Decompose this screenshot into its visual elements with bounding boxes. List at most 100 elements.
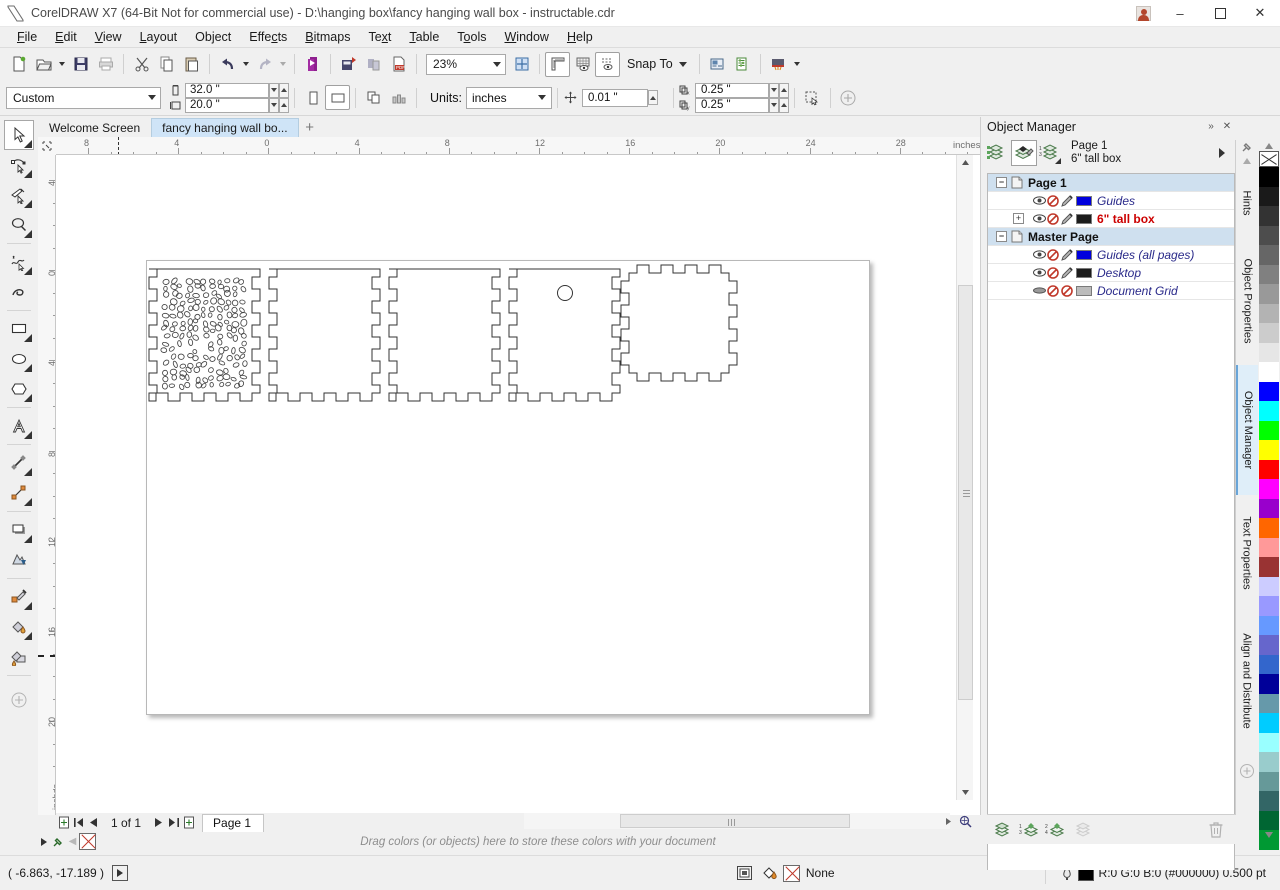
no-print-icon[interactable] bbox=[1046, 284, 1060, 297]
duplicate-distance-x-field[interactable]: 0.25 " bbox=[694, 82, 769, 98]
next-page-icon[interactable] bbox=[151, 814, 166, 831]
pdf-icon[interactable]: PDF bbox=[386, 52, 411, 77]
duplicate-x-spinner[interactable] bbox=[768, 82, 789, 98]
tree-row-6-tall-box[interactable]: + 6" tall box bbox=[988, 210, 1234, 228]
vertical-scrollbar[interactable] bbox=[956, 155, 973, 800]
undo-arrow-icon[interactable] bbox=[215, 52, 240, 77]
full-screen-preview-icon[interactable] bbox=[509, 52, 534, 77]
palette-swatch[interactable] bbox=[1259, 459, 1279, 479]
palette-swatch[interactable] bbox=[1259, 791, 1279, 811]
no-print-icon[interactable] bbox=[1046, 266, 1060, 279]
vertical-scroll-thumb[interactable] bbox=[958, 285, 973, 700]
palette-swatch[interactable] bbox=[1259, 498, 1279, 518]
eye-closed-icon[interactable] bbox=[1032, 286, 1046, 295]
page-height-field[interactable]: 20.0 " bbox=[185, 97, 269, 113]
application-launcher-dropdown-icon[interactable] bbox=[791, 52, 803, 77]
palette-swatch[interactable] bbox=[1259, 576, 1279, 596]
document-page[interactable] bbox=[146, 260, 870, 715]
tree-row-master-page[interactable]: − Master Page bbox=[988, 228, 1234, 246]
pencil-edit-icon[interactable] bbox=[1060, 266, 1074, 279]
add-page-after-icon[interactable] bbox=[181, 814, 196, 831]
layer-color-swatch[interactable] bbox=[1076, 285, 1092, 296]
scroll-up-icon[interactable] bbox=[958, 155, 973, 170]
menu-file[interactable]: File bbox=[8, 27, 46, 47]
menu-effects[interactable]: Effects bbox=[240, 27, 296, 47]
add-docker-button[interactable] bbox=[1236, 758, 1258, 784]
add-tool-button[interactable] bbox=[4, 685, 34, 715]
first-page-icon[interactable] bbox=[71, 814, 86, 831]
palette-swatch[interactable] bbox=[1259, 225, 1279, 245]
flyout-arrow-icon[interactable] bbox=[24, 267, 32, 275]
zoom-to-fit-button[interactable] bbox=[956, 813, 974, 830]
collapse-expander-icon[interactable]: − bbox=[996, 177, 1007, 188]
vertical-ruler[interactable]: 4 0 4 8 12 16 20 inches bbox=[38, 155, 56, 815]
spin-up-icon[interactable] bbox=[778, 97, 789, 113]
flyout-arrow-icon[interactable] bbox=[24, 632, 32, 640]
export-office-icon[interactable] bbox=[361, 52, 386, 77]
new-master-layer-odd-button[interactable]: 13 bbox=[1017, 817, 1043, 843]
parallel-dimension-tool[interactable] bbox=[4, 448, 34, 478]
docker-tab-text-properties[interactable]: Text Properties bbox=[1236, 497, 1258, 609]
palette-swatch[interactable] bbox=[1259, 245, 1279, 265]
duplicate-y-spinner[interactable] bbox=[768, 97, 789, 113]
scroll-right-icon[interactable] bbox=[940, 813, 956, 830]
show-object-properties-button[interactable] bbox=[985, 140, 1011, 166]
current-page-icon[interactable] bbox=[386, 85, 411, 110]
play-arrow-icon[interactable] bbox=[1219, 148, 1225, 158]
flyout-arrow-icon[interactable] bbox=[24, 200, 32, 208]
tree-row-document-grid[interactable]: Document Grid bbox=[988, 282, 1234, 300]
docker-tab-align-and-distribute[interactable]: Align and Distribute bbox=[1236, 611, 1258, 751]
tab-fancy-hanging-wall-box[interactable]: fancy hanging wall bo... bbox=[151, 118, 299, 137]
double-chevron-right-icon[interactable]: » bbox=[1203, 119, 1219, 135]
landscape-orientation-icon[interactable] bbox=[325, 85, 350, 110]
nudge-spinner[interactable] bbox=[647, 90, 668, 105]
docker-tab-hints[interactable]: Hints bbox=[1236, 170, 1258, 236]
open-dropdown-icon[interactable] bbox=[56, 52, 68, 77]
palette-swatch[interactable] bbox=[1259, 264, 1279, 284]
transparency-tool[interactable] bbox=[4, 545, 34, 575]
palette-swatch[interactable] bbox=[1259, 186, 1279, 206]
drop-shadow-tool[interactable] bbox=[4, 515, 34, 545]
palette-no-color-swatch[interactable] bbox=[1259, 151, 1279, 167]
docker-tab-object-manager[interactable]: Object Manager bbox=[1236, 365, 1258, 495]
palette-swatch[interactable] bbox=[1259, 323, 1279, 343]
expand-expander-icon[interactable]: + bbox=[1013, 213, 1024, 224]
flyout-arrow-icon[interactable] bbox=[24, 230, 32, 238]
layer-color-swatch[interactable] bbox=[1076, 249, 1092, 260]
options-icon[interactable] bbox=[705, 52, 730, 77]
coordinates-expand-button[interactable] bbox=[112, 865, 129, 881]
palette-swatch[interactable] bbox=[1259, 557, 1279, 577]
spin-up-icon[interactable] bbox=[279, 82, 289, 98]
ellipse-tool[interactable] bbox=[4, 344, 34, 374]
no-color-icon[interactable] bbox=[79, 833, 96, 850]
tree-row-page-1[interactable]: − Page 1 bbox=[988, 174, 1234, 192]
palette-swatch[interactable] bbox=[1259, 381, 1279, 401]
palette-swatch[interactable] bbox=[1259, 420, 1279, 440]
no-print-icon[interactable] bbox=[1046, 212, 1060, 225]
printer-icon[interactable] bbox=[93, 52, 118, 77]
scissors-icon[interactable] bbox=[129, 52, 154, 77]
chevron-down-icon[interactable] bbox=[143, 95, 160, 100]
new-document-icon[interactable] bbox=[6, 52, 31, 77]
spin-up-icon[interactable] bbox=[778, 82, 789, 98]
fill-bucket-icon[interactable] bbox=[757, 866, 783, 881]
palette-swatch[interactable] bbox=[1259, 732, 1279, 752]
crop-tool[interactable] bbox=[4, 180, 34, 210]
snap-to-button[interactable]: Snap To bbox=[620, 53, 694, 76]
menu-tools[interactable]: Tools bbox=[448, 27, 495, 47]
new-master-layer-even-button[interactable]: 24 bbox=[1043, 817, 1069, 843]
spin-down-icon[interactable] bbox=[768, 97, 779, 113]
minimize-button[interactable]: – bbox=[1160, 0, 1200, 27]
close-button[interactable]: ✕ bbox=[1240, 0, 1280, 27]
flyout-arrow-icon[interactable] bbox=[24, 394, 32, 402]
new-layer-button[interactable] bbox=[991, 817, 1017, 843]
application-launcher-icon[interactable] bbox=[766, 52, 791, 77]
horizontal-ruler[interactable]: 8 4 0 4 8 12 16 20 24 28 inches bbox=[38, 137, 980, 155]
menu-layout[interactable]: Layout bbox=[131, 27, 187, 47]
portrait-orientation-icon[interactable] bbox=[300, 85, 325, 110]
plus-circle-icon[interactable] bbox=[836, 85, 861, 110]
menu-object[interactable]: Object bbox=[186, 27, 240, 47]
pencil-edit-icon[interactable] bbox=[1060, 212, 1074, 225]
tree-row-guides-all-pages[interactable]: Guides (all pages) bbox=[988, 246, 1234, 264]
rulers-icon[interactable] bbox=[545, 51, 570, 77]
